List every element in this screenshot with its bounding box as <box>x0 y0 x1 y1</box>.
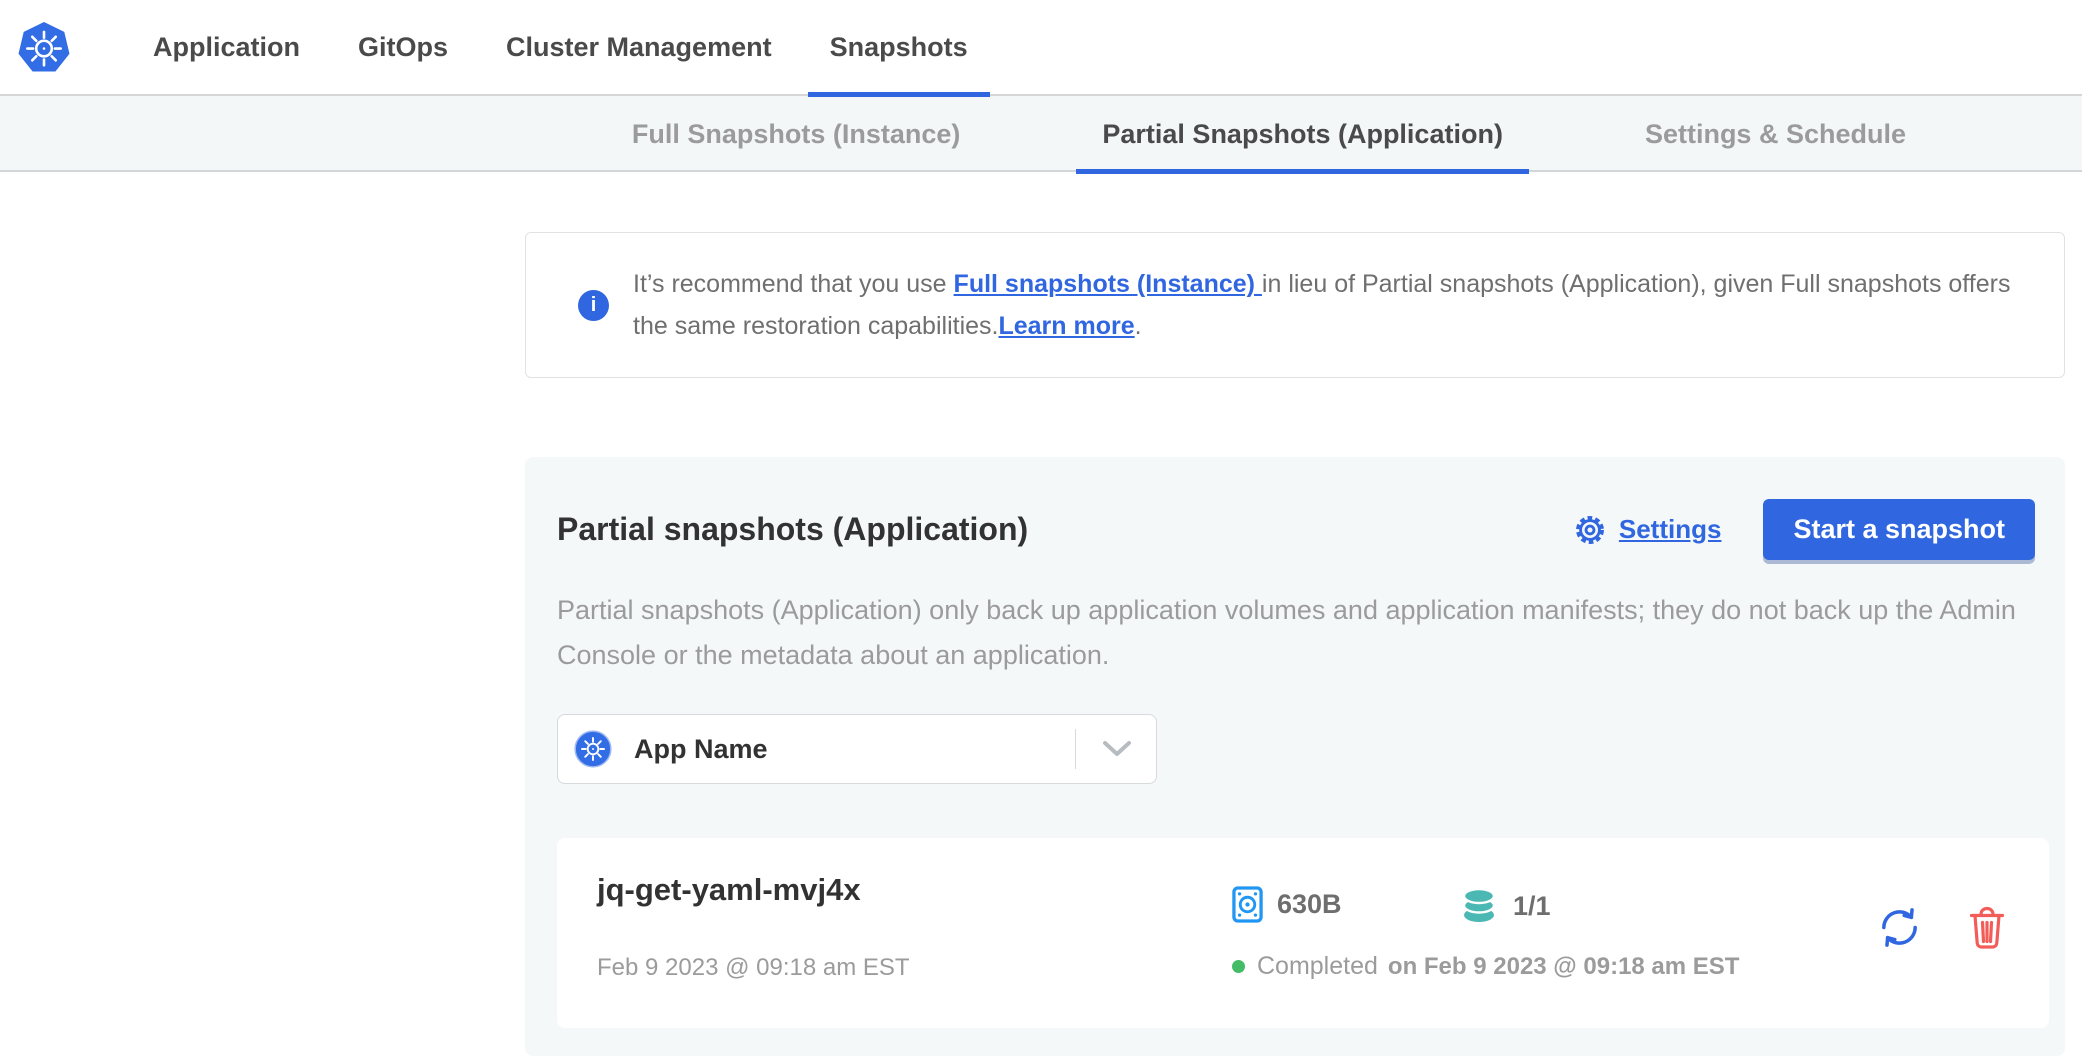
nav-item-snapshots[interactable]: Snapshots <box>808 0 990 95</box>
banner-text: It’s recommend that you use Full snapsho… <box>633 263 2024 347</box>
banner-text-part3: . <box>1135 312 1142 340</box>
nav-item-cluster-management[interactable]: Cluster Management <box>484 0 794 95</box>
snapshots-sub-navigation: Full Snapshots (Instance) Partial Snapsh… <box>0 96 2082 172</box>
snapshot-actions <box>1832 904 2007 951</box>
volumes-database-icon <box>1459 886 1499 926</box>
tab-full-snapshots-instance[interactable]: Full Snapshots (Instance) <box>606 96 987 172</box>
snapshot-volumes-value: 1/1 <box>1513 891 1551 922</box>
nav-item-application[interactable]: Application <box>131 0 322 95</box>
settings-label: Settings <box>1619 514 1722 545</box>
partial-snapshots-panel: Partial snapshots (Application) Settings… <box>525 457 2065 1056</box>
info-icon: i <box>578 290 609 321</box>
start-snapshot-button[interactable]: Start a snapshot <box>1763 499 2035 560</box>
recommendation-banner: i It’s recommend that you use Full snaps… <box>525 232 2065 378</box>
gear-icon <box>1573 513 1607 547</box>
top-navigation: Application GitOps Cluster Management Sn… <box>0 0 2082 96</box>
trash-icon <box>1967 906 2007 950</box>
status-completed-on: on Feb 9 2023 @ 09:18 am EST <box>1388 953 1740 981</box>
snapshot-size-value: 630B <box>1277 889 1342 920</box>
learn-more-link[interactable]: Learn more <box>998 312 1134 340</box>
nav-item-gitops[interactable]: GitOps <box>336 0 470 95</box>
panel-description: Partial snapshots (Application) only bac… <box>557 588 2027 678</box>
kubernetes-logo-icon <box>18 21 70 73</box>
disk-size-icon <box>1232 886 1263 923</box>
restore-snapshot-button[interactable] <box>1876 904 1923 951</box>
snapshot-settings-link[interactable]: Settings <box>1573 513 1722 547</box>
tab-settings-schedule[interactable]: Settings & Schedule <box>1619 96 1932 172</box>
restore-icon <box>1876 904 1923 951</box>
snapshot-name: jq-get-yaml-mvj4x <box>597 872 861 908</box>
snapshot-status: Completed on Feb 9 2023 @ 09:18 am EST <box>1232 952 1739 981</box>
delete-snapshot-button[interactable] <box>1967 906 2007 950</box>
app-select-value: App Name <box>634 734 768 765</box>
snapshot-started-date: Feb 9 2023 @ 09:18 am EST <box>597 954 910 982</box>
panel-title: Partial snapshots (Application) <box>557 511 1028 548</box>
snapshot-size-stat: 630B <box>1232 886 1342 923</box>
status-completed-dot-icon <box>1232 960 1245 973</box>
select-divider <box>1075 729 1076 769</box>
chevron-down-icon[interactable] <box>1102 715 1132 783</box>
app-kubernetes-icon <box>574 730 612 768</box>
app-name-select[interactable]: App Name <box>557 714 1157 784</box>
snapshot-row: jq-get-yaml-mvj4x Feb 9 2023 @ 09:18 am … <box>557 838 2049 1028</box>
status-label: Completed <box>1257 952 1378 981</box>
full-snapshots-instance-link[interactable]: Full snapshots (Instance) <box>954 270 1262 298</box>
tab-partial-snapshots-application[interactable]: Partial Snapshots (Application) <box>1076 96 1529 172</box>
snapshot-volumes-stat: 1/1 <box>1459 886 1551 926</box>
top-nav-items: Application GitOps Cluster Management Sn… <box>124 0 997 95</box>
banner-text-part1: It’s recommend that you use <box>633 270 954 298</box>
panel-header: Partial snapshots (Application) Settings… <box>557 499 2035 560</box>
